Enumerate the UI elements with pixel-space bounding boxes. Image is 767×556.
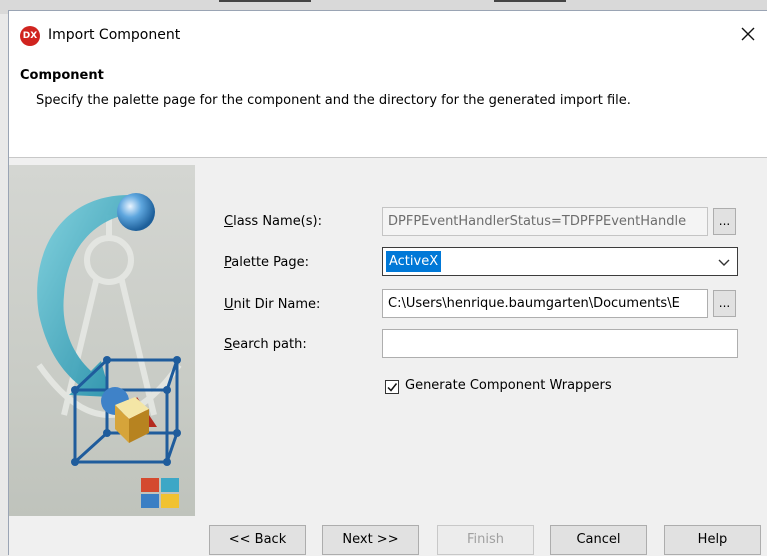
class-names-browse-button[interactable]: ...	[713, 208, 736, 235]
search-path-field[interactable]	[382, 329, 738, 358]
class-names-field[interactable]: DPFPEventHandlerStatus=TDPFPEventHandle	[382, 207, 708, 236]
back-button[interactable]: << Back	[209, 525, 306, 555]
finish-button[interactable]: Finish	[437, 525, 534, 555]
class-names-label: Class Name(s):	[224, 214, 322, 229]
form-area: Class Name(s): DPFPEventHandlerStatus=TD…	[195, 165, 767, 516]
window-title: Import Component	[48, 27, 181, 43]
checkmark-icon	[387, 383, 398, 392]
background-fragment	[494, 0, 566, 2]
chevron-down-icon	[718, 259, 730, 266]
search-path-label: Search path:	[224, 337, 307, 352]
palette-page-selected-value: ActiveX	[386, 251, 442, 272]
next-button[interactable]: Next >>	[322, 525, 419, 555]
help-button[interactable]: Help	[664, 525, 761, 555]
component-cube-illustration	[36, 193, 182, 508]
unit-dir-label: Unit Dir Name:	[224, 297, 321, 312]
close-icon	[741, 27, 755, 41]
palette-page-select[interactable]: ActiveX	[382, 247, 738, 276]
background-fragment	[219, 0, 311, 2]
unit-dir-field[interactable]: C:\Users\henrique.baumgarten\Documents\E	[382, 289, 708, 318]
step-title: Component	[20, 68, 104, 83]
close-button[interactable]	[735, 21, 761, 47]
step-description: Specify the palette page for the compone…	[36, 93, 631, 108]
unit-dir-browse-button[interactable]: ...	[713, 290, 736, 317]
title-bar: DX Import Component	[9, 11, 767, 57]
wizard-button-bar: << Back Next >> Finish Cancel Help	[9, 516, 767, 556]
import-component-dialog: DX Import Component Component Specify th…	[8, 10, 767, 556]
generate-wrappers-checkbox[interactable]	[385, 380, 399, 394]
delphi-app-icon: DX	[20, 26, 40, 46]
wizard-illustration	[9, 165, 195, 516]
cancel-button[interactable]: Cancel	[550, 525, 647, 555]
palette-page-label: Palette Page:	[224, 255, 310, 270]
wizard-header: Component Specify the palette page for t…	[9, 57, 767, 158]
generate-wrappers-label[interactable]: Generate Component Wrappers	[405, 378, 612, 393]
